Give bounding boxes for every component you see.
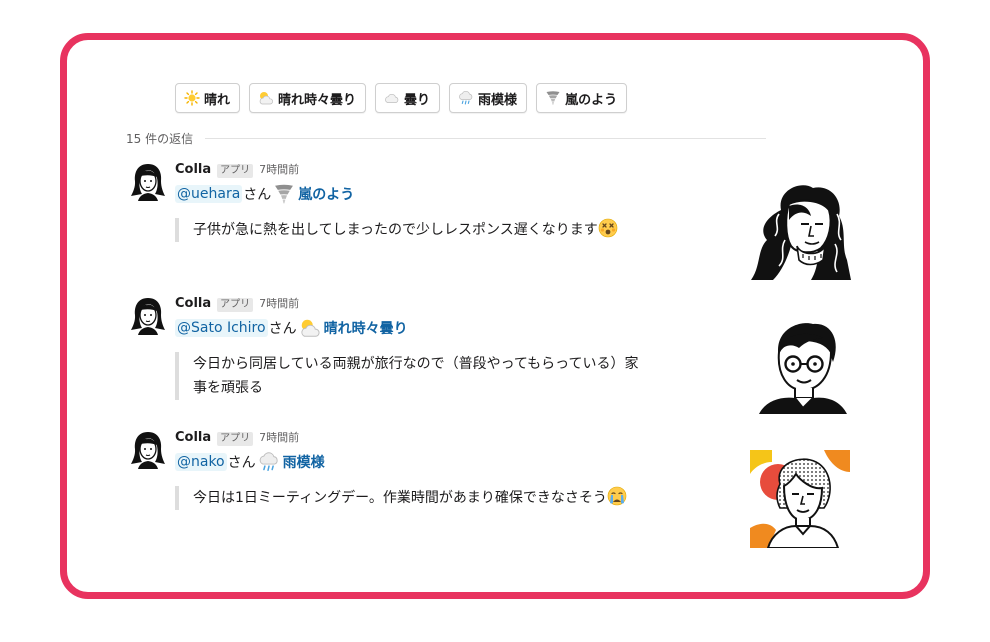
bot-avatar[interactable] (130, 429, 166, 469)
message-text: 子供が急に熱を出してしまったので少しレスポンス遅くなります (193, 222, 598, 238)
weather-button-label: 晴れ (204, 92, 231, 108)
weather-button-cloudy[interactable]: 曇り (375, 83, 441, 113)
author-name[interactable]: Colla (175, 296, 211, 311)
app-badge: アプリ (217, 298, 254, 312)
author-name[interactable]: Colla (175, 162, 211, 177)
timestamp[interactable]: 7時間前 (259, 161, 299, 177)
weather-button-partly-cloudy[interactable]: 晴れ時々曇り (249, 83, 367, 113)
message-text: 今日から同居している両親が旅行なので（普段やってもらっている）家 (193, 356, 639, 372)
rain-cloud-icon (458, 90, 474, 106)
tornado-icon (273, 183, 295, 205)
bot-avatar[interactable] (130, 161, 166, 201)
crying-face-emoji (607, 486, 627, 506)
message-quote: 今日から同居している両親が旅行なので（普段やってもらっている）家 事を頑張る (175, 352, 735, 400)
weather-button-stormy[interactable]: 嵐のよう (536, 83, 628, 113)
rain-cloud-icon (258, 451, 280, 473)
message-quote: 今日は1日ミーティングデー。作業時間があまり確保できなさそう (175, 486, 735, 510)
honorific: さん (227, 455, 256, 471)
app-badge: アプリ (217, 164, 254, 178)
honorific: さん (243, 187, 272, 203)
weather-button-label: 雨模様 (478, 92, 518, 108)
bot-avatar[interactable] (130, 295, 166, 335)
weather-status: 嵐のよう (298, 187, 355, 203)
honorific: さん (268, 321, 297, 337)
cloud-icon (384, 90, 400, 106)
weather-button-sunny[interactable]: 晴れ (175, 83, 241, 113)
tornado-icon (545, 90, 561, 106)
user-portrait-uehara (751, 185, 851, 280)
user-mention[interactable]: @nako (175, 453, 227, 471)
weather-button-rainy[interactable]: 雨模様 (449, 83, 528, 113)
app-badge: アプリ (217, 432, 254, 446)
timestamp[interactable]: 7時間前 (259, 429, 299, 445)
author-name[interactable]: Colla (175, 430, 211, 445)
weather-button-label: 曇り (404, 92, 431, 108)
user-portrait-sato-ichiro (759, 323, 847, 414)
message-text: 今日は1日ミーティングデー。作業時間があまり確保できなさそう (193, 490, 607, 506)
weather-button-label: 嵐のよう (565, 92, 618, 108)
reply-count-divider: 15 件の返信 (126, 130, 766, 147)
weather-status: 晴れ時々曇り (323, 321, 408, 337)
user-portrait-nako (750, 450, 850, 548)
weather-status: 雨模様 (282, 455, 325, 471)
timestamp[interactable]: 7時間前 (259, 295, 299, 311)
sun-behind-cloud-icon (258, 90, 274, 106)
user-mention[interactable]: @Sato Ichiro (175, 319, 268, 337)
weather-button-label: 晴れ時々曇り (278, 92, 357, 108)
dizzy-face-emoji (598, 218, 618, 238)
user-mention[interactable]: @uehara (175, 185, 243, 203)
message-quote: 子供が急に熱を出してしまったので少しレスポンス遅くなります (175, 218, 735, 242)
message-text: 事を頑張る (193, 380, 263, 396)
sun-icon (184, 90, 200, 106)
sun-behind-cloud-icon (299, 317, 321, 339)
reply-count-label: 15 件の返信 (126, 132, 194, 146)
weather-button-row: 晴れ 晴れ時々曇り 曇り 雨模様 嵐のよう (175, 83, 628, 113)
divider-line (205, 138, 766, 139)
